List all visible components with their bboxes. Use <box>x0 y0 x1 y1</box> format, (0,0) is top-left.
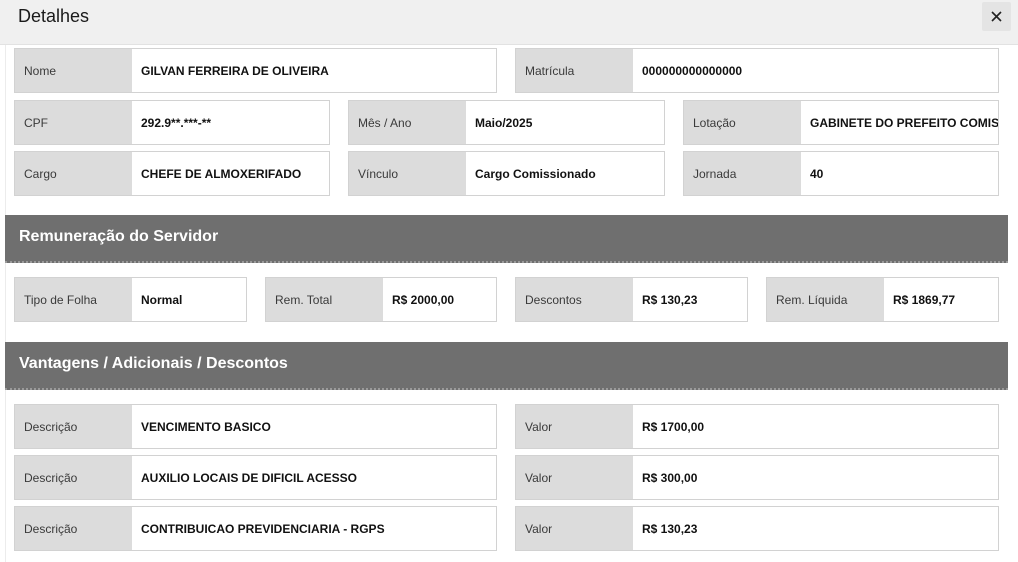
field-label: Tipo de Folha <box>15 278 132 321</box>
field-nome: Nome GILVAN FERREIRA DE OLIVEIRA <box>14 48 497 93</box>
field-value: 292.9**.***-** <box>141 115 212 130</box>
field-value: CONTRIBUICAO PREVIDENCIARIA - RGPS <box>141 521 385 536</box>
field-value: CHEFE DE ALMOXERIFADO <box>141 166 302 181</box>
field-value: R$ 300,00 <box>642 470 698 485</box>
field-vinculo: Vínculo Cargo Comissionado <box>348 151 665 196</box>
vantagem-descricao: Descrição VENCIMENTO BASICO <box>14 404 497 449</box>
field-label: Mês / Ano <box>349 101 466 144</box>
field-value: GABINETE DO PREFEITO COMISS <box>810 115 998 130</box>
field-cargo: Cargo CHEFE DE ALMOXERIFADO <box>14 151 330 196</box>
field-label: Cargo <box>15 152 132 195</box>
field-mes-ano: Mês / Ano Maio/2025 <box>348 100 665 145</box>
field-tipo-folha: Tipo de Folha Normal <box>14 277 247 322</box>
field-value: R$ 1700,00 <box>642 419 705 434</box>
field-lotacao: Lotação GABINETE DO PREFEITO COMISS <box>683 100 999 145</box>
field-cpf: CPF 292.9**.***-** <box>14 100 330 145</box>
field-rem-total: Rem. Total R$ 2000,00 <box>265 277 497 322</box>
field-label: Valor <box>516 405 633 448</box>
field-value: R$ 130,23 <box>642 292 698 307</box>
section-vantagens: Vantagens / Adicionais / Descontos <box>5 342 1008 390</box>
field-value: R$ 1869,77 <box>893 292 956 307</box>
field-label: Nome <box>15 49 132 92</box>
field-label: Descrição <box>15 405 132 448</box>
field-label: Descontos <box>516 278 633 321</box>
field-value: Cargo Comissionado <box>475 166 596 181</box>
vantagem-valor: Valor R$ 1700,00 <box>515 404 999 449</box>
field-matricula: Matrícula 000000000000000 <box>515 48 999 93</box>
field-label: Matrícula <box>516 49 633 92</box>
field-value: Maio/2025 <box>475 115 533 130</box>
field-value: 40 <box>810 166 824 181</box>
field-value: R$ 130,23 <box>642 521 698 536</box>
field-jornada: Jornada 40 <box>683 151 999 196</box>
section-title: Vantagens / Adicionais / Descontos <box>19 355 288 372</box>
field-label: Rem. Total <box>266 278 383 321</box>
field-value: VENCIMENTO BASICO <box>141 419 271 434</box>
field-label: Lotação <box>684 101 801 144</box>
field-value: GILVAN FERREIRA DE OLIVEIRA <box>141 63 329 78</box>
field-label: Vínculo <box>349 152 466 195</box>
field-label: Descrição <box>15 507 132 550</box>
modal-header: Detalhes <box>0 0 1018 45</box>
close-icon <box>991 11 1002 22</box>
field-value: 000000000000000 <box>642 63 743 78</box>
vantagem-descricao: Descrição CONTRIBUICAO PREVIDENCIARIA - … <box>14 506 497 551</box>
vantagem-valor: Valor R$ 130,23 <box>515 506 999 551</box>
section-title: Remuneração do Servidor <box>19 228 219 245</box>
field-label: Valor <box>516 456 633 499</box>
field-label: Rem. Líquida <box>767 278 884 321</box>
vantagem-descricao: Descrição AUXILIO LOCAIS DE DIFICIL ACES… <box>14 455 497 500</box>
field-value: R$ 2000,00 <box>392 292 455 307</box>
field-descontos: Descontos R$ 130,23 <box>515 277 748 322</box>
field-value: Normal <box>141 292 183 307</box>
section-remuneracao: Remuneração do Servidor <box>5 215 1008 263</box>
left-border <box>5 45 6 562</box>
field-label: Jornada <box>684 152 801 195</box>
field-value: AUXILIO LOCAIS DE DIFICIL ACESSO <box>141 470 358 485</box>
field-label: Descrição <box>15 456 132 499</box>
close-button[interactable] <box>982 2 1011 31</box>
field-rem-liquida: Rem. Líquida R$ 1869,77 <box>766 277 999 322</box>
modal-title: Detalhes <box>18 6 90 26</box>
field-label: Valor <box>516 507 633 550</box>
vantagem-valor: Valor R$ 300,00 <box>515 455 999 500</box>
field-label: CPF <box>15 101 132 144</box>
